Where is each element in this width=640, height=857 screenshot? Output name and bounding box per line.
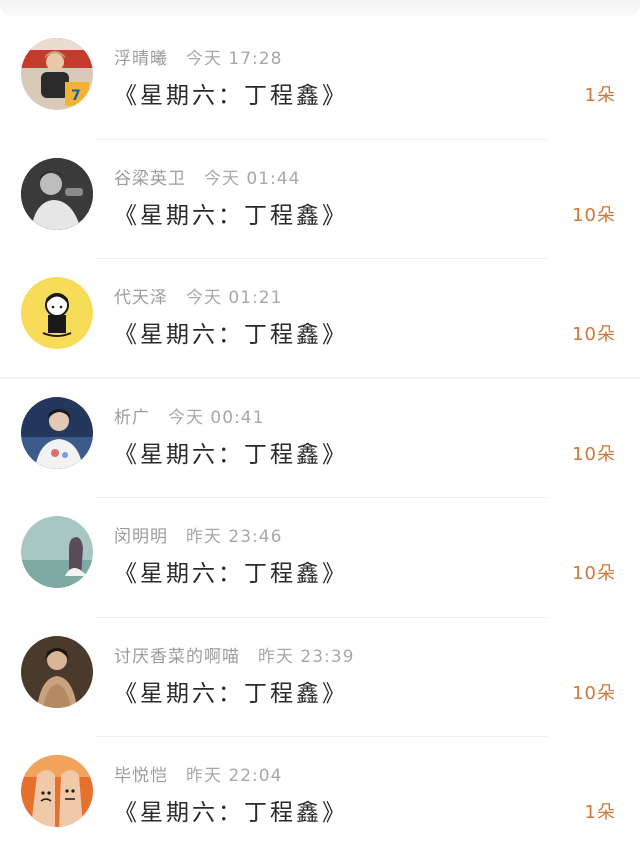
item-title[interactable]: 《星期六：丁程鑫》 <box>114 315 348 349</box>
flower-count: 10朵 <box>572 563 616 584</box>
list-item[interactable]: 毕悦恺 昨天 22:04 《星期六：丁程鑫》 1朵 <box>0 737 640 857</box>
list-item[interactable]: 代天泽 今天 01:21 《星期六：丁程鑫》 10朵 <box>0 259 640 379</box>
timestamp: 今天 01:21 <box>186 288 283 308</box>
list-item[interactable]: 7 浮晴曦 今天 17:28 《星期六：丁程鑫》 1朵 <box>0 20 640 140</box>
item-title[interactable]: 《星期六：丁程鑫》 <box>114 674 348 708</box>
item-title[interactable]: 《星期六：丁程鑫》 <box>114 793 348 827</box>
list-item[interactable]: 讨厌香菜的啊喵 昨天 23:39 《星期六：丁程鑫》 10朵 <box>0 618 640 737</box>
item-title[interactable]: 《星期六：丁程鑫》 <box>114 435 348 469</box>
timestamp: 昨天 22:04 <box>186 766 283 786</box>
user-avatar-icon[interactable] <box>21 277 93 349</box>
user-avatar-icon[interactable] <box>21 396 93 469</box>
item-meta: 闵明明 昨天 23:46 <box>114 522 282 547</box>
item-meta: 浮晴曦 今天 17:28 <box>114 44 282 69</box>
item-meta: 析广 今天 00:41 <box>114 403 264 428</box>
list-item[interactable]: 谷梁英卫 今天 01:44 《星期六：丁程鑫》 10朵 <box>0 140 640 259</box>
user-name[interactable]: 闵明明 <box>114 527 168 547</box>
user-name[interactable]: 谷梁英卫 <box>114 169 186 189</box>
user-avatar-icon[interactable] <box>21 157 93 230</box>
timestamp: 今天 00:41 <box>168 407 265 428</box>
item-meta: 毕悦恺 昨天 22:04 <box>114 761 282 786</box>
item-meta: 讨厌香菜的啊喵 昨天 23:39 <box>114 642 354 667</box>
flower-count: 10朵 <box>572 324 616 345</box>
user-avatar-icon[interactable] <box>21 635 93 708</box>
user-name[interactable]: 浮晴曦 <box>114 49 168 69</box>
user-name[interactable]: 代天泽 <box>114 288 168 308</box>
flower-count: 10朵 <box>572 443 616 465</box>
gift-list: 7 浮晴曦 今天 17:28 《星期六：丁程鑫》 1朵 谷梁英卫 今天 01:44 … <box>0 20 640 857</box>
list-item[interactable]: 闵明明 昨天 23:46 《星期六：丁程鑫》 10朵 <box>0 498 640 618</box>
flower-count: 1朵 <box>584 85 616 106</box>
timestamp: 昨天 23:46 <box>186 527 283 547</box>
flower-count: 10朵 <box>572 682 616 704</box>
item-meta: 谷梁英卫 今天 01:44 <box>114 164 300 189</box>
svg-text:7: 7 <box>71 88 81 104</box>
item-meta: 代天泽 今天 01:21 <box>114 283 282 308</box>
user-avatar-icon[interactable] <box>21 516 93 588</box>
user-name[interactable]: 讨厌香菜的啊喵 <box>114 647 240 667</box>
user-avatar-icon[interactable]: 7 <box>21 38 93 110</box>
user-avatar-icon[interactable] <box>21 755 93 827</box>
item-title[interactable]: 《星期六：丁程鑫》 <box>114 76 348 110</box>
item-title[interactable]: 《星期六：丁程鑫》 <box>114 196 348 230</box>
flower-count: 10朵 <box>572 204 616 226</box>
timestamp: 今天 01:44 <box>204 168 301 189</box>
top-header-strip <box>0 0 640 16</box>
item-title[interactable]: 《星期六：丁程鑫》 <box>114 554 348 588</box>
user-name[interactable]: 毕悦恺 <box>114 766 168 786</box>
timestamp: 今天 17:28 <box>186 49 283 69</box>
list-item[interactable]: 析广 今天 00:41 《星期六：丁程鑫》 10朵 <box>0 379 640 498</box>
user-name[interactable]: 析广 <box>114 408 150 428</box>
timestamp: 昨天 23:39 <box>258 646 355 667</box>
flower-count: 1朵 <box>584 802 616 823</box>
